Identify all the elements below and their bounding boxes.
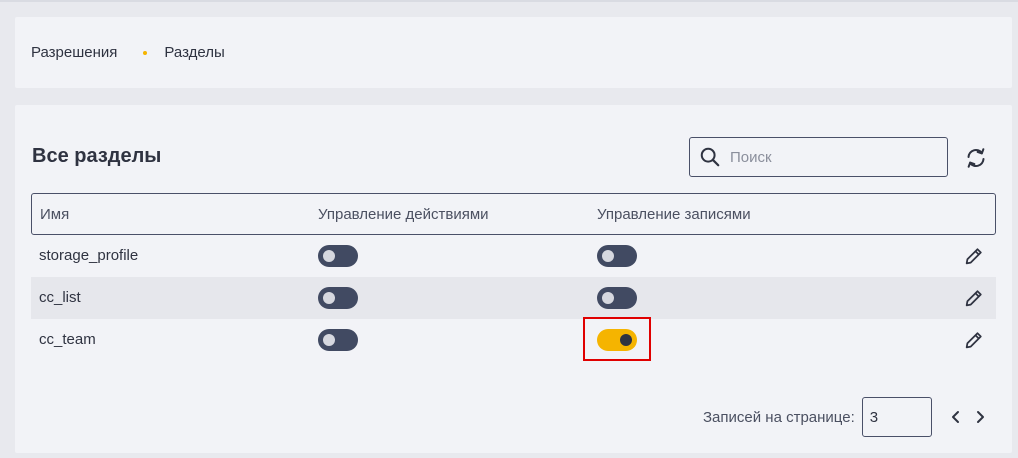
pencil-icon[interactable] (963, 329, 985, 351)
table-header: Имя Управление действиями Управление зап… (31, 193, 996, 235)
refresh-icon (967, 148, 985, 168)
pagination: Записей на странице: (703, 397, 990, 437)
row-name: cc_team (39, 331, 96, 348)
refresh-button[interactable] (963, 145, 989, 171)
breadcrumb-item-sections: Разделы (164, 44, 225, 61)
records-toggle[interactable] (597, 329, 637, 351)
pencil-icon[interactable] (963, 287, 985, 309)
breadcrumb-separator-dot (143, 50, 148, 55)
toggle-knob (323, 334, 335, 346)
page-title: Все разделы (32, 145, 162, 167)
prev-page-button[interactable] (946, 407, 966, 427)
breadcrumb: Разрешения Разделы (31, 44, 225, 61)
column-header-name: Имя (40, 206, 70, 223)
toggle-knob (602, 292, 614, 304)
per-page-label: Записей на странице: (703, 408, 855, 426)
chevron-right-icon (976, 411, 984, 423)
column-header-records: Управление записями (597, 206, 751, 223)
chevron-left-icon (951, 411, 959, 423)
toggle-knob (602, 250, 614, 262)
actions-toggle[interactable] (318, 329, 358, 351)
per-page-input[interactable] (861, 397, 932, 437)
search-icon (700, 147, 720, 167)
breadcrumb-item-permissions[interactable]: Разрешения (31, 44, 117, 61)
toggle-knob (620, 334, 632, 346)
pencil-icon[interactable] (963, 245, 985, 267)
actions-toggle[interactable] (318, 245, 358, 267)
table-row: cc_list (31, 277, 996, 319)
next-page-button[interactable] (970, 407, 990, 427)
records-toggle[interactable] (597, 245, 637, 267)
actions-toggle[interactable] (318, 287, 358, 309)
sections-card: Все разделы Имя Управление действиями Уп… (15, 105, 1012, 453)
column-header-actions: Управление действиями (318, 206, 489, 223)
toggle-knob (323, 292, 335, 304)
records-toggle[interactable] (597, 287, 637, 309)
top-divider (0, 0, 1018, 2)
search-box[interactable] (689, 137, 948, 177)
table-row: cc_team (31, 317, 996, 361)
toggle-knob (323, 250, 335, 262)
row-name: storage_profile (39, 247, 139, 264)
search-input[interactable] (730, 148, 930, 166)
table-row: storage_profile (31, 235, 996, 277)
breadcrumb-card: Разрешения Разделы (15, 17, 1012, 88)
row-name: cc_list (39, 289, 81, 306)
